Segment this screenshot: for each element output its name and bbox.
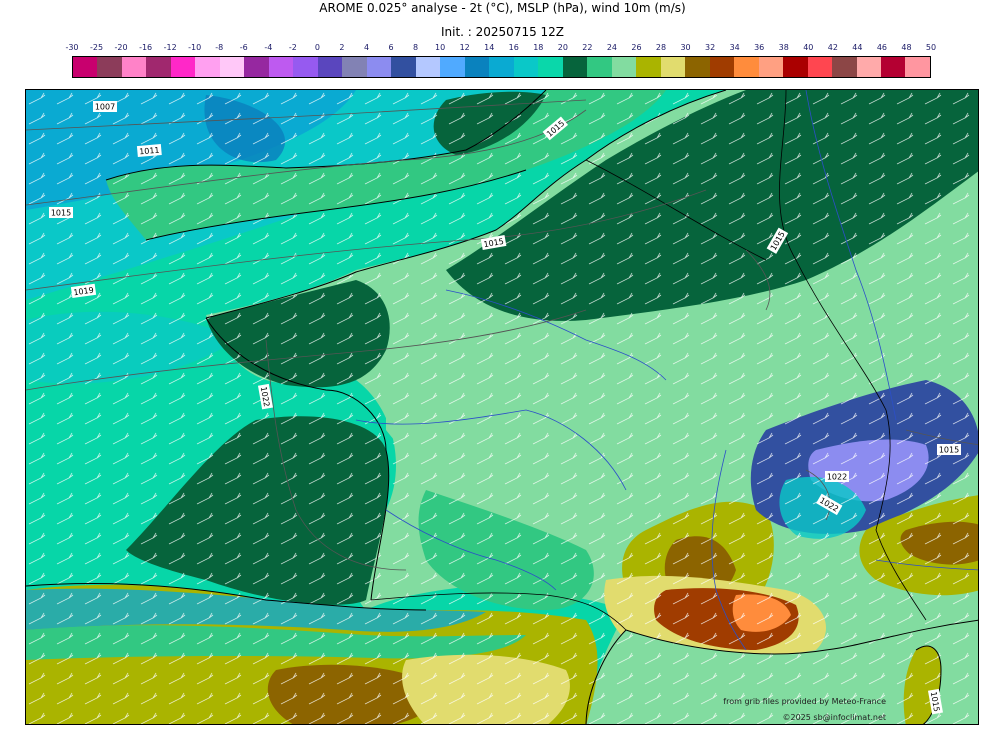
colorbar-bin (734, 57, 759, 77)
colorbar-bin (268, 57, 294, 77)
isobar-label-text: 1015 (939, 446, 959, 455)
colorbar-bin (317, 57, 343, 77)
colorbar-tick-labels: -30 -25 -20 -16 -12 -10 -8 -6 -4 -2 0 2 4 6 8 10 12 14 16 1… (65, 42, 936, 53)
colorbar-bin (464, 57, 490, 77)
isobar-label-text: 1015 (51, 209, 71, 218)
colorbar-bin (146, 57, 171, 77)
colorbar-bin (709, 57, 735, 77)
colorbar-bin (415, 57, 441, 77)
colorbar-bin (121, 57, 147, 77)
chart-title: AROME 0.025° analyse - 2t (°C), MSLP (hP… (319, 1, 686, 15)
colorbar-bin (391, 57, 416, 77)
isobar-label: 1022 (825, 471, 849, 482)
colorbar-bin (366, 57, 392, 77)
isobar-label-text: 1011 (139, 146, 160, 157)
colorbar-bin (342, 57, 367, 77)
isobar-label-text: 1022 (827, 473, 847, 482)
map-canvas: 1007101110151015101510191022101510151022… (26, 90, 978, 724)
colorbar-bin (219, 57, 245, 77)
colorbar-bin (905, 57, 930, 77)
colorbar-bin (97, 57, 122, 77)
colorbar-bin (195, 57, 220, 77)
copyright-credit: ©2025 sb@infoclimat.net (782, 713, 887, 722)
weather-map[interactable]: 1007 1011 1015 1015 1015 1019 1022 1015 1015 1022… (25, 89, 979, 725)
colorbar-bin (562, 57, 588, 77)
isobar-label: 1007 (93, 101, 117, 112)
colorbar-bin (856, 57, 881, 77)
colorbar-bin (660, 57, 686, 77)
colorbar-bin (73, 57, 98, 77)
colorbar-bin (170, 57, 196, 77)
colorbar-bin (587, 57, 612, 77)
temperature-colorbar (72, 56, 931, 78)
colorbar-bin (636, 57, 661, 77)
colorbar-bin (513, 57, 539, 77)
colorbar-bin (685, 57, 710, 77)
colorbar-bin (293, 57, 318, 77)
isobar-label: 1015 (49, 207, 73, 218)
isobar-label: 1015 (937, 444, 961, 455)
colorbar-bin (611, 57, 637, 77)
colorbar-bin (244, 57, 269, 77)
wind-barbs-overlay (26, 90, 978, 724)
colorbar-bin (832, 57, 857, 77)
colorbar-bin (538, 57, 563, 77)
colorbar-bin (880, 57, 906, 77)
colorbar-bin (440, 57, 465, 77)
colorbar-bin (489, 57, 514, 77)
colorbar-bin (807, 57, 833, 77)
colorbar-tick: 50 (925, 43, 937, 52)
isobar-label: 1011 (136, 143, 162, 158)
data-source-credit: from grib files provided by Meteo-France (723, 697, 886, 706)
isobar-label-text: 1007 (95, 103, 115, 112)
colorbar-bin (783, 57, 808, 77)
colorbar-bin (758, 57, 784, 77)
init-time: Init. : 20250715 12Z (440, 25, 565, 39)
